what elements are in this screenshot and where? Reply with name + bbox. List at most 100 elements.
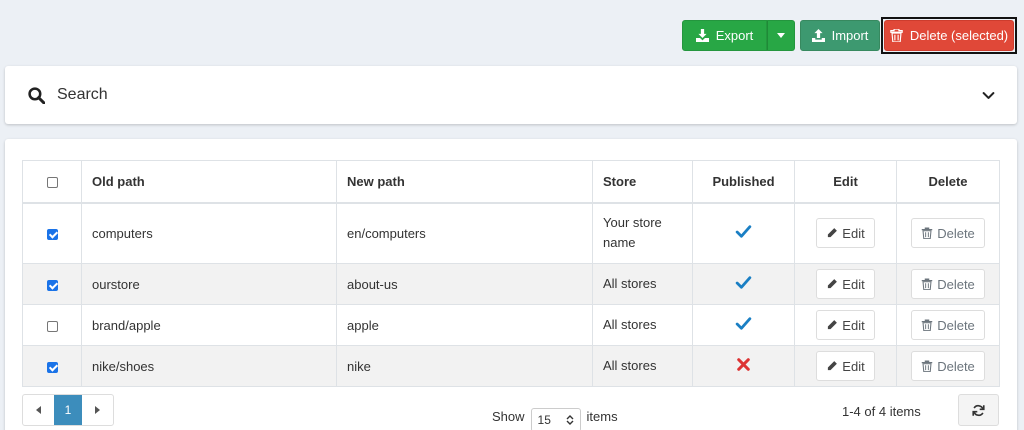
pencil-icon (828, 320, 838, 330)
next-page-button[interactable] (82, 395, 113, 425)
published-cell (692, 345, 795, 387)
import-label: Import (831, 28, 869, 43)
check-icon (735, 276, 752, 289)
row-select-cell (22, 202, 82, 264)
trash-icon (921, 360, 933, 372)
store-cell: All stores (592, 304, 693, 346)
trash-icon (890, 29, 903, 42)
store-cell: All stores (592, 263, 693, 305)
export-label: Export (715, 28, 754, 43)
edit-label: Edit (842, 225, 865, 241)
refresh-icon (972, 404, 985, 416)
delete-button[interactable]: Delete (911, 310, 985, 340)
edit-button[interactable]: Edit (816, 351, 875, 381)
trash-icon (921, 227, 933, 240)
caret-right-icon (95, 406, 100, 414)
items-summary: 1-4 of 4 items (842, 404, 921, 419)
page-size-value: 15 (537, 413, 551, 427)
items-label: items (586, 408, 618, 424)
redirects-table: Old path New path Store Published Edit D… (22, 160, 1000, 387)
row-select-cell (22, 263, 82, 305)
delete-label: Delete (937, 225, 975, 241)
x-icon (737, 358, 750, 371)
delete-cell: Delete (896, 202, 1000, 264)
select-arrows-icon (566, 415, 574, 425)
select-all-checkbox[interactable] (46, 176, 58, 188)
published-cell (692, 263, 795, 305)
old-path-cell: brand/apple (81, 304, 337, 346)
delete-selected-button[interactable]: Delete (selected) (884, 20, 1014, 51)
delete-cell: Delete (896, 304, 1000, 346)
edit-label: Edit (842, 358, 865, 374)
edit-cell: Edit (794, 202, 897, 264)
pagination: 1 (22, 394, 114, 426)
delete-cell: Delete (896, 345, 1000, 387)
import-button[interactable]: Import (800, 20, 880, 51)
store-cell: Your store name (592, 202, 693, 264)
check-icon (735, 225, 752, 238)
edit-label: Edit (842, 317, 865, 333)
published-cell (692, 202, 795, 264)
table-row: computers en/computers Your store name Edit… (22, 202, 1000, 264)
pencil-icon (828, 228, 838, 238)
delete-cell: Delete (896, 263, 1000, 305)
check-icon (735, 317, 752, 330)
export-dropdown-toggle[interactable] (767, 20, 795, 51)
pencil-icon (828, 279, 838, 289)
old-path-cell: computers (81, 202, 337, 264)
caret-left-icon (36, 406, 41, 414)
delete-button[interactable]: Delete (911, 218, 985, 249)
select-all-header (22, 160, 82, 204)
header-published[interactable]: Published (692, 160, 795, 204)
header-delete: Delete (896, 160, 1000, 204)
caret-down-icon (777, 33, 785, 38)
trash-icon (921, 278, 933, 290)
upload-icon (811, 29, 825, 42)
header-store[interactable]: Store (592, 160, 693, 204)
edit-button[interactable]: Edit (816, 218, 875, 249)
row-checkbox[interactable] (46, 228, 58, 240)
edit-cell: Edit (794, 345, 897, 387)
edit-cell: Edit (794, 304, 897, 346)
chevron-down-icon[interactable] (982, 89, 995, 102)
new-path-cell: about-us (336, 263, 593, 305)
refresh-button[interactable] (958, 394, 999, 426)
edit-cell: Edit (794, 263, 897, 305)
search-icon (28, 86, 45, 104)
table-header-row: Old path New path Store Published Edit D… (22, 160, 1000, 204)
row-checkbox[interactable] (46, 320, 58, 332)
header-edit: Edit (794, 160, 897, 204)
download-icon (695, 29, 709, 42)
trash-icon (921, 319, 933, 331)
new-path-cell: nike (336, 345, 593, 387)
delete-button[interactable]: Delete (911, 269, 985, 299)
redirects-grid-panel: Old path New path Store Published Edit D… (5, 139, 1017, 430)
search-panel-title: Search (57, 86, 108, 103)
edit-button[interactable]: Edit (816, 269, 875, 299)
page-size-select[interactable]: 15 (530, 408, 581, 430)
page-1-button[interactable]: 1 (54, 395, 82, 425)
table-row: brand/apple apple All stores Edit Delete (22, 304, 1000, 346)
delete-selected-highlight: Delete (selected) (881, 17, 1017, 54)
edit-button[interactable]: Edit (816, 310, 875, 340)
old-path-cell: ourstore (81, 263, 337, 305)
prev-page-button[interactable] (23, 395, 54, 425)
new-path-cell: en/computers (336, 202, 593, 264)
delete-label: Delete (937, 358, 975, 374)
search-panel[interactable]: Search (5, 66, 1017, 124)
export-button[interactable]: Export (682, 20, 767, 51)
row-checkbox[interactable] (46, 279, 58, 291)
edit-label: Edit (842, 276, 865, 292)
delete-selected-label: Delete (selected) (909, 28, 1009, 43)
header-new-path[interactable]: New path (336, 160, 593, 204)
row-checkbox[interactable] (46, 361, 58, 373)
header-old-path[interactable]: Old path (81, 160, 337, 204)
pencil-icon (828, 361, 838, 371)
delete-label: Delete (937, 276, 975, 292)
delete-label: Delete (937, 317, 975, 333)
old-path-cell: nike/shoes (81, 345, 337, 387)
table-row: nike/shoes nike All stores Edit Delete (22, 345, 1000, 387)
new-path-cell: apple (336, 304, 593, 346)
show-label: Show (492, 408, 525, 424)
delete-button[interactable]: Delete (911, 351, 985, 381)
